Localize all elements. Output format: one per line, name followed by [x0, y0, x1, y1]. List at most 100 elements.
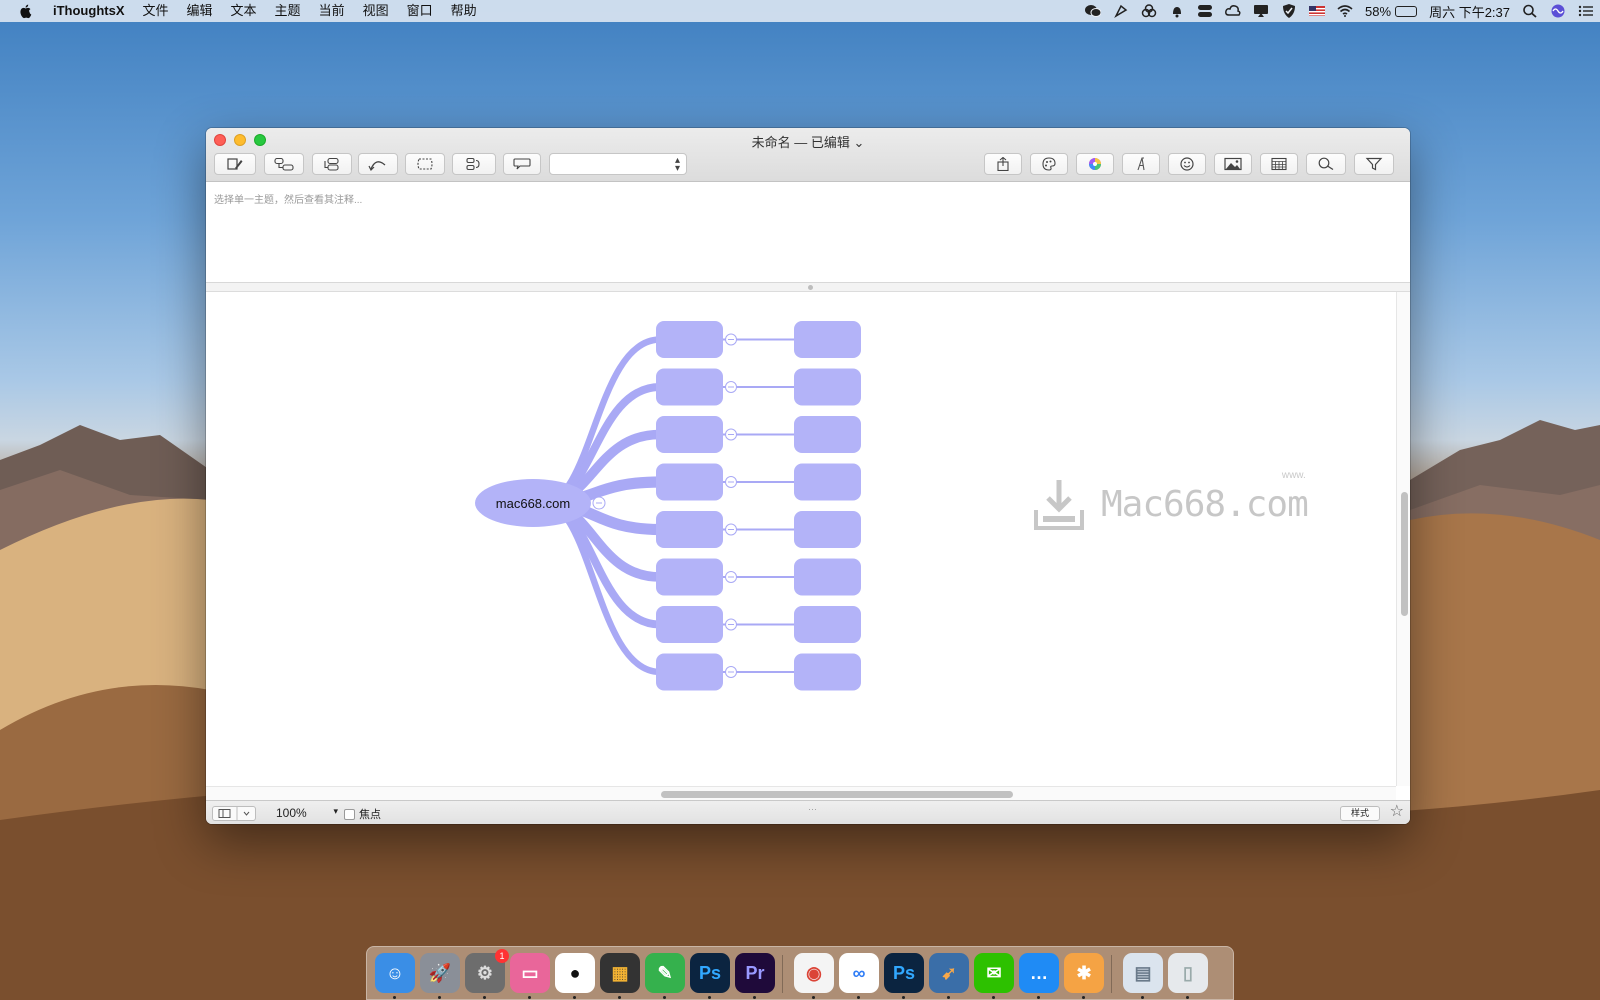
airplay-icon[interactable]: [1253, 4, 1269, 18]
dock-final-cut-pro-icon[interactable]: ▦: [600, 953, 640, 993]
add-child-button[interactable]: [264, 153, 304, 175]
battery-status[interactable]: 58%: [1365, 4, 1418, 19]
subtopic-node[interactable]: [794, 653, 861, 691]
notes-panel[interactable]: 选择单一主题，然后查看其注释...: [206, 183, 1410, 283]
running-indicator: [812, 996, 815, 999]
style-button[interactable]: 样式: [1339, 806, 1380, 821]
dock-baidu-netdisk-icon[interactable]: ∞: [839, 953, 879, 993]
menu-text[interactable]: 文本: [222, 0, 266, 22]
image-button[interactable]: [1214, 153, 1252, 175]
dock-trash-icon[interactable]: ▯: [1168, 953, 1208, 993]
dock-ithoughtsx-icon[interactable]: ✱: [1064, 953, 1104, 993]
font-button[interactable]: [1122, 153, 1160, 175]
dock-messages-icon[interactable]: …: [1019, 953, 1059, 993]
calendar-icon: [1271, 157, 1287, 171]
dock-rocket-typist-icon[interactable]: ➹: [929, 953, 969, 993]
emoji-button[interactable]: [1168, 153, 1206, 175]
calendar-button[interactable]: [1260, 153, 1298, 175]
running-indicator: [1082, 996, 1085, 999]
shield-icon[interactable]: [1281, 4, 1297, 18]
menubar-clock[interactable]: 周六 下午2:37: [1429, 2, 1510, 21]
dock-cleanmymac-icon[interactable]: ▭: [510, 953, 550, 993]
mindmap-canvas[interactable]: mac668.com Mac668.com www.: [206, 292, 1396, 786]
topic-node[interactable]: [656, 463, 723, 501]
menu-current[interactable]: 当前: [310, 0, 354, 22]
star-icon[interactable]: ☆: [1390, 803, 1404, 821]
horizontal-scrollbar[interactable]: [206, 786, 1396, 800]
topic-node[interactable]: [656, 653, 723, 691]
panel-splitter[interactable]: [206, 283, 1410, 292]
creative-cloud-icon[interactable]: [1225, 4, 1241, 18]
menu-app-name[interactable]: iThoughtsX: [44, 0, 134, 22]
subtopic-node[interactable]: [794, 368, 861, 406]
topic-node[interactable]: [656, 606, 723, 643]
menu-view[interactable]: 视图: [354, 0, 398, 22]
rocket-status-icon[interactable]: [1113, 4, 1129, 18]
notification-center-icon[interactable]: [1578, 4, 1594, 18]
sidebar-toggle-button[interactable]: [212, 806, 256, 821]
topic-node[interactable]: [656, 558, 723, 596]
menu-window[interactable]: 窗口: [398, 0, 442, 22]
dock-system-preferences-icon[interactable]: ⚙ 1: [465, 949, 509, 993]
subtopic-node[interactable]: [794, 321, 861, 358]
mindmap-diagram[interactable]: mac668.com: [206, 292, 1396, 786]
new-topic-button[interactable]: [214, 153, 256, 175]
focus-checkbox[interactable]: [344, 808, 355, 820]
running-indicator: [573, 996, 576, 999]
toggle-switches-icon[interactable]: [1197, 4, 1213, 18]
dock-wechat-icon[interactable]: ✉: [974, 953, 1014, 993]
subtopic-node[interactable]: [794, 511, 861, 548]
vertical-scroll-thumb[interactable]: [1401, 492, 1408, 616]
dock-photoshop-2-icon[interactable]: Ps: [884, 953, 924, 993]
callout-button[interactable]: [503, 153, 541, 175]
bell-icon[interactable]: [1169, 4, 1185, 18]
topic-node[interactable]: [656, 321, 723, 358]
dock-chrome-icon[interactable]: ◉: [794, 953, 834, 993]
wechat-status-icon[interactable]: [1085, 4, 1102, 18]
splitter-handle[interactable]: [808, 285, 813, 290]
dock-photoshop-icon[interactable]: Ps: [690, 953, 730, 993]
zoom-select[interactable]: 100% ▾: [276, 806, 338, 820]
subtopic-node[interactable]: [794, 463, 861, 501]
menu-topic[interactable]: 主题: [266, 0, 310, 22]
dock-finder-icon[interactable]: ☺: [375, 953, 415, 993]
menu-edit[interactable]: 编辑: [178, 0, 222, 22]
menu-file[interactable]: 文件: [134, 0, 178, 22]
topic-node[interactable]: [656, 368, 723, 406]
topic-node[interactable]: [656, 511, 723, 548]
subtopic-node[interactable]: [794, 606, 861, 643]
relationship-button[interactable]: [358, 153, 398, 175]
subtopic-node[interactable]: [794, 416, 861, 453]
resize-grip-icon[interactable]: ···: [808, 804, 817, 814]
dock-premiere-icon[interactable]: Pr: [735, 953, 775, 993]
share-button[interactable]: [984, 153, 1022, 175]
menu-help[interactable]: 帮助: [442, 0, 486, 22]
summary-icon: [466, 157, 480, 171]
title-bar[interactable]: 未命名 — 已编辑 ⌄ ▴ ▾: [206, 128, 1410, 182]
spotlight-search-icon[interactable]: [1522, 4, 1538, 18]
horizontal-scroll-thumb[interactable]: [661, 791, 1013, 798]
us-flag-icon[interactable]: [1309, 4, 1326, 18]
vertical-scrollbar[interactable]: [1396, 292, 1410, 786]
dock-qq-icon[interactable]: ●: [555, 953, 595, 993]
add-sibling-button[interactable]: [312, 153, 352, 175]
color-button[interactable]: [1076, 153, 1114, 175]
dock-preview-icon[interactable]: ▤: [1123, 953, 1163, 993]
style-select[interactable]: ▴ ▾: [549, 153, 687, 175]
dock-coda-icon[interactable]: ✎: [645, 953, 685, 993]
wifi-icon[interactable]: [1337, 4, 1353, 18]
subtopic-node[interactable]: [794, 558, 861, 596]
dock-launchpad-icon[interactable]: 🚀: [420, 953, 460, 993]
battery-icon: [1395, 5, 1418, 17]
topic-node[interactable]: [656, 416, 723, 453]
siri-icon[interactable]: [1550, 4, 1566, 18]
search-button[interactable]: [1306, 153, 1346, 175]
theme-button[interactable]: [1030, 153, 1068, 175]
summary-button[interactable]: [452, 153, 496, 175]
window-title[interactable]: 未命名 — 已编辑 ⌄: [206, 132, 1410, 151]
creative-cloud-rings-icon[interactable]: [1141, 4, 1157, 18]
focus-toggle[interactable]: 焦点: [344, 806, 381, 822]
apple-icon[interactable]: [18, 3, 34, 19]
filter-button[interactable]: [1354, 153, 1394, 175]
boundary-button[interactable]: [405, 153, 445, 175]
